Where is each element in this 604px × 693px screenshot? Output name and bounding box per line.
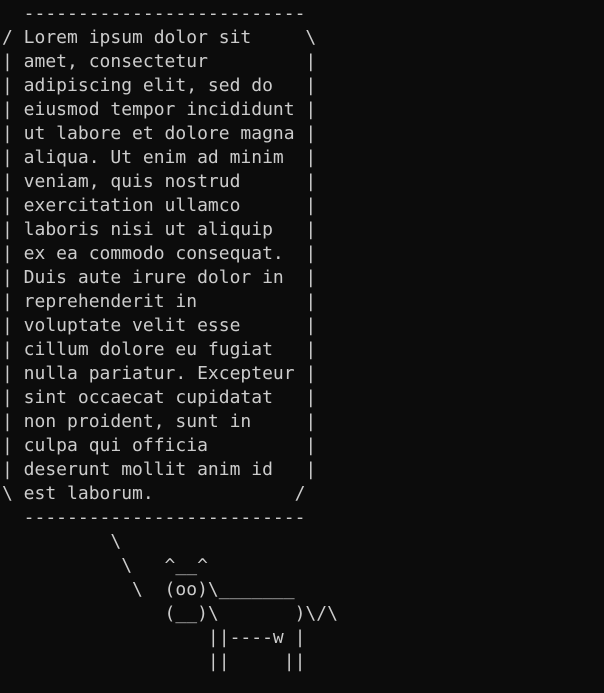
speech-bubble-line: | exercitation ullamco | xyxy=(2,195,317,216)
speech-bubble-line: | veniam, quis nostrud | xyxy=(2,171,317,192)
speech-bubble-line: | cillum dolore eu fugiat | xyxy=(2,339,317,360)
speech-bubble-line: | Duis aute irure dolor in | xyxy=(2,267,317,288)
speech-bubble-line: | sint occaecat cupidatat | xyxy=(2,387,317,408)
speech-bubble-line: | ex ea commodo consequat. | xyxy=(2,243,317,264)
cow-art-line: \ ^__^ xyxy=(2,555,208,576)
speech-bubble-line: | voluptate velit esse | xyxy=(2,315,317,336)
speech-bubble-line: | laboris nisi ut aliquip | xyxy=(2,219,317,240)
speech-bubble-line: | reprehenderit in | xyxy=(2,291,317,312)
speech-bubble-line: | eiusmod tempor incididunt | xyxy=(2,99,317,120)
speech-bubble-line: | amet, consectetur | xyxy=(2,51,317,72)
terminal-window[interactable]: -------------------------- / Lorem ipsum… xyxy=(0,0,604,693)
speech-bubble-line: | ut labore et dolore magna | xyxy=(2,123,317,144)
speech-bubble-bottom-border: -------------------------- xyxy=(2,507,306,528)
speech-bubble-line: / Lorem ipsum dolor sit \ xyxy=(2,27,317,48)
speech-bubble-line: \ est laborum. / xyxy=(2,483,306,504)
speech-bubble-line: | nulla pariatur. Excepteur | xyxy=(2,363,317,384)
speech-bubble-line: | culpa qui officia | xyxy=(2,435,317,456)
cow-art-line: (__)\ )\/\ xyxy=(2,603,338,624)
speech-bubble-line: | non proident, sunt in | xyxy=(2,411,317,432)
cow-art-line: \ (oo)\_______ xyxy=(2,579,295,600)
cow-art-line: \ xyxy=(2,531,122,552)
speech-bubble-line: | deserunt mollit anim id | xyxy=(2,459,317,480)
speech-bubble-line: | adipiscing elit, sed do | xyxy=(2,75,317,96)
speech-bubble-top-border: -------------------------- xyxy=(2,3,306,24)
speech-bubble-line: | aliqua. Ut enim ad minim | xyxy=(2,147,317,168)
cow-art-line: ||----w | xyxy=(2,627,306,648)
cow-art-line: || || xyxy=(2,651,306,672)
